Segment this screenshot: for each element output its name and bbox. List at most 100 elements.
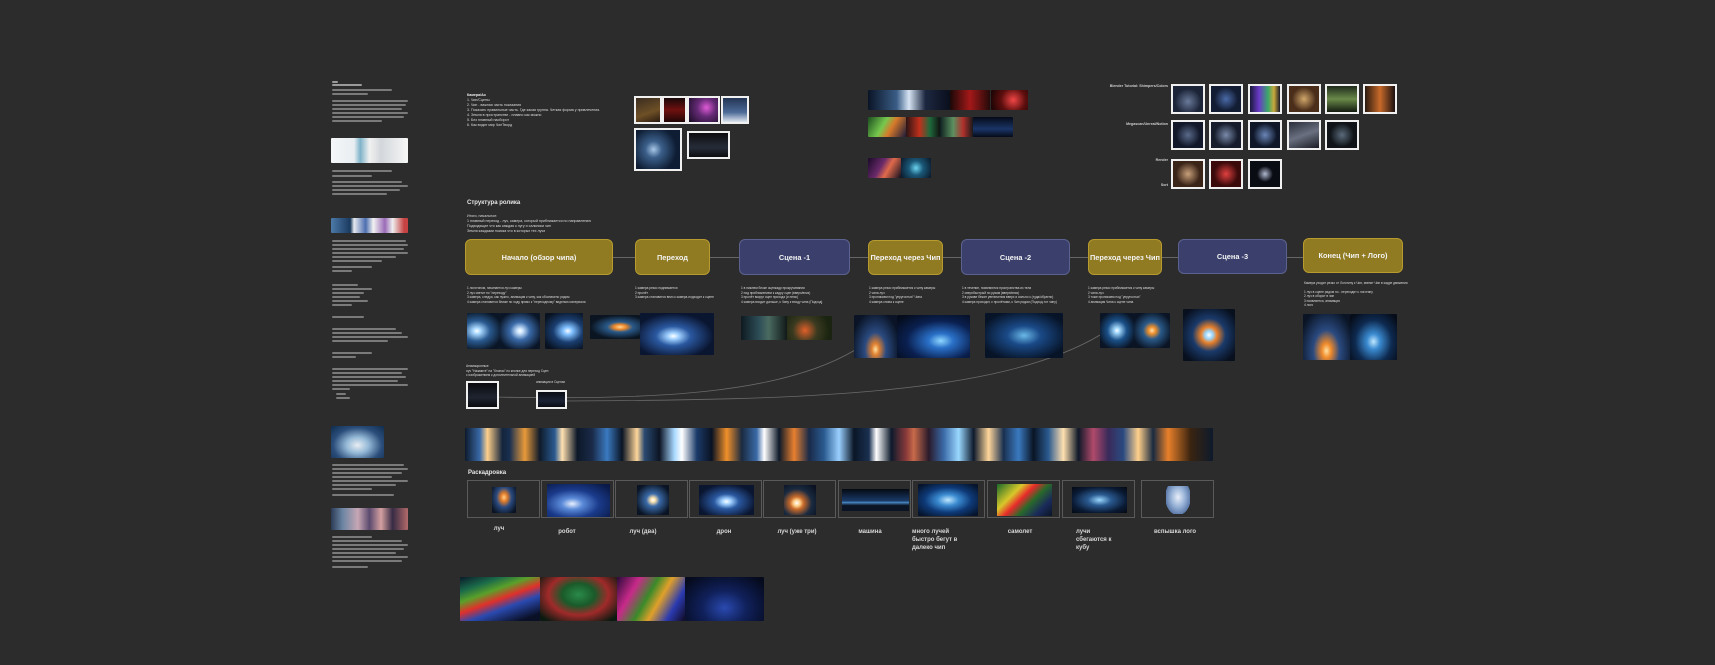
stage-note-end[interactable]: Камера уходит резко от Логотипу к Чип, з…	[1304, 281, 1408, 308]
animation-note[interactable]: Анимационные луч "Нажмите" на "Кнопки" п…	[466, 364, 548, 378]
stage-start[interactable]: Начало (обзор чипа)	[465, 239, 613, 275]
storyboard-cell-3[interactable]	[615, 480, 688, 518]
moodboard-image[interactable]	[868, 90, 950, 110]
stage-image-chip[interactable]	[590, 315, 640, 339]
storyboard-cell-5[interactable]	[763, 480, 836, 518]
tutorial-thumbnail[interactable]	[1171, 120, 1205, 150]
stage-image-chip-2[interactable]	[1100, 313, 1134, 348]
stage-end[interactable]: Конец (Чип + Лого)	[1303, 238, 1403, 273]
stage-image-light-beam[interactable]	[500, 313, 540, 349]
moodboard-image[interactable]	[901, 158, 931, 178]
structure-note[interactable]: Итоги, начальное: 1 плавный переход - лу…	[467, 214, 591, 234]
moodboard-image[interactable]	[950, 90, 990, 110]
stage-scene-2[interactable]: Сцена -2	[961, 239, 1070, 275]
sidebar-screens-image	[331, 218, 408, 233]
stage-image-tunnel[interactable]	[854, 315, 897, 358]
tutorial-thumbnail[interactable]	[1248, 84, 1282, 114]
tutorial-thumbnail[interactable]	[1209, 159, 1243, 189]
bottom-reference-image[interactable]	[617, 577, 685, 621]
ref-ui-screenshot[interactable]	[687, 96, 720, 124]
stage-image-scene-2[interactable]	[985, 313, 1063, 358]
tutorial-thumbnail[interactable]	[1325, 120, 1359, 150]
tasks-note-line: 6. Как видит мир ЧипТворд	[467, 123, 513, 127]
stage-image-ending[interactable]	[1303, 314, 1350, 360]
stage-note-chip-transition-1[interactable]: 1 камера резко приближается к чипу камер…	[869, 286, 935, 304]
stage-transition[interactable]: Переход	[635, 239, 710, 275]
tutorial-thumbnail[interactable]	[1325, 84, 1359, 114]
bottom-reference-image[interactable]	[460, 577, 540, 621]
stage-scene-1[interactable]: Сцена -1	[739, 239, 850, 275]
stage-image-drone[interactable]	[640, 313, 714, 355]
moodboard-image[interactable]	[868, 117, 906, 137]
stage-note-line: 4 лого	[1304, 303, 1314, 307]
moodboard-image[interactable]	[906, 117, 940, 137]
stage-note-scene-2[interactable]: 1 в течение, появляются пространства из …	[962, 286, 1057, 304]
stage-image-chip-2[interactable]	[1134, 313, 1170, 348]
stage-chip-transition-1[interactable]: Переход через Чип	[868, 240, 943, 275]
tasks-note[interactable]: Камера/Ао 1. Чип/Сцены 2. Чип - важная ч…	[467, 93, 600, 128]
storyboard-cell-2[interactable]	[541, 480, 614, 518]
tutorial-thumbnail[interactable]	[1248, 159, 1282, 189]
ref-ui-screenshot[interactable]	[687, 131, 730, 159]
storyboard-heading: Раскадровка	[468, 470, 507, 476]
stage-chip-transition-2[interactable]: Переход через Чип	[1088, 239, 1162, 275]
stage-note-scene-1[interactable]: 1 в нижнем блоке сценкадр прокручивания …	[741, 286, 822, 304]
bottom-reference-image[interactable]	[685, 577, 764, 621]
moodboard-image[interactable]	[868, 158, 901, 178]
ref-ui-screenshot[interactable]	[662, 96, 687, 124]
moodboard-image[interactable]	[973, 117, 1013, 137]
moodboard-image[interactable]	[991, 90, 1028, 110]
storyboard-cell-9[interactable]	[1062, 480, 1135, 518]
moodboard-image[interactable]	[940, 117, 973, 137]
stage-image-scene-1[interactable]	[741, 316, 787, 340]
stage-note-line: 4 анимация Чипа к сцене чипа	[1088, 299, 1134, 304]
tutorial-thumbnail[interactable]	[1209, 84, 1243, 114]
stage-connector	[710, 257, 739, 258]
ref-row-label: Sort	[1160, 183, 1168, 187]
tutorial-thumbnail[interactable]	[1287, 120, 1321, 150]
tutorial-thumbnail[interactable]	[1248, 120, 1282, 150]
sidebar-car-image	[331, 426, 384, 458]
storyboard-cell-6[interactable]	[838, 480, 911, 518]
stage-image-light-beam[interactable]	[467, 313, 500, 349]
tutorial-thumbnail[interactable]	[1171, 159, 1205, 189]
storyboard-label: луч (уже три)	[777, 529, 817, 535]
filmstrip[interactable]	[465, 428, 1213, 461]
ref-ui-screenshot[interactable]	[634, 128, 682, 171]
stage-image-city[interactable]	[897, 315, 970, 358]
bottom-reference-image[interactable]	[540, 577, 617, 621]
ref-row-label: Blender Tutorial: Shimpers/Colors	[1109, 84, 1168, 88]
ref-row-label: Render	[1155, 158, 1168, 162]
storyboard-label: вспышка лого	[1153, 529, 1197, 535]
animation-frame[interactable]	[536, 390, 567, 409]
tutorial-thumbnail[interactable]	[1209, 120, 1243, 150]
tutorial-thumbnail[interactable]	[1171, 84, 1205, 114]
ref-ui-screenshot[interactable]	[634, 96, 662, 124]
storyboard-label: луч	[493, 526, 505, 532]
storyboard-label: машина	[858, 529, 882, 535]
stage-scene-3[interactable]: Сцена -3	[1178, 239, 1287, 274]
tutorial-thumbnail[interactable]	[1363, 84, 1397, 114]
shield-logo-icon	[1166, 486, 1190, 514]
ref-ui-screenshot[interactable]	[721, 96, 749, 124]
stage-note-line: 3 камера, следуя, как нужно, анимация к …	[467, 295, 570, 299]
stage-image-ending[interactable]	[1350, 314, 1397, 360]
stage-image-chip-glow[interactable]	[1183, 309, 1235, 361]
stage-note-transition[interactable]: 1 камера резко поднимается 2 пролёт 3 ка…	[635, 286, 714, 300]
sidebar-collage-image	[331, 508, 408, 530]
stage-note-start[interactable]: 1 логотипом, начинается луч камеры 2 луч…	[467, 286, 586, 304]
animation-frame[interactable]	[466, 381, 499, 409]
animation-note-line: с изображением к дополнительной анимацие…	[466, 373, 536, 377]
storyboard-cell-7[interactable]	[912, 480, 985, 518]
storyboard-cell-8[interactable]	[987, 480, 1060, 518]
stage-image-light-beam[interactable]	[545, 313, 583, 349]
stage-image-scene-1[interactable]	[787, 316, 832, 340]
sidebar-document[interactable]	[330, 80, 410, 570]
storyboard-cell-1[interactable]	[467, 480, 540, 518]
storyboard-cell-4[interactable]	[689, 480, 762, 518]
stage-connector	[1162, 257, 1178, 258]
stage-note-line: 1 камера резко приближается к чипу камер…	[869, 286, 936, 290]
tutorial-thumbnail[interactable]	[1287, 84, 1321, 114]
storyboard-cell-10[interactable]	[1141, 480, 1214, 518]
stage-note-chip-transition-2[interactable]: 1 камера резко приближается к чипу камер…	[1088, 286, 1154, 304]
